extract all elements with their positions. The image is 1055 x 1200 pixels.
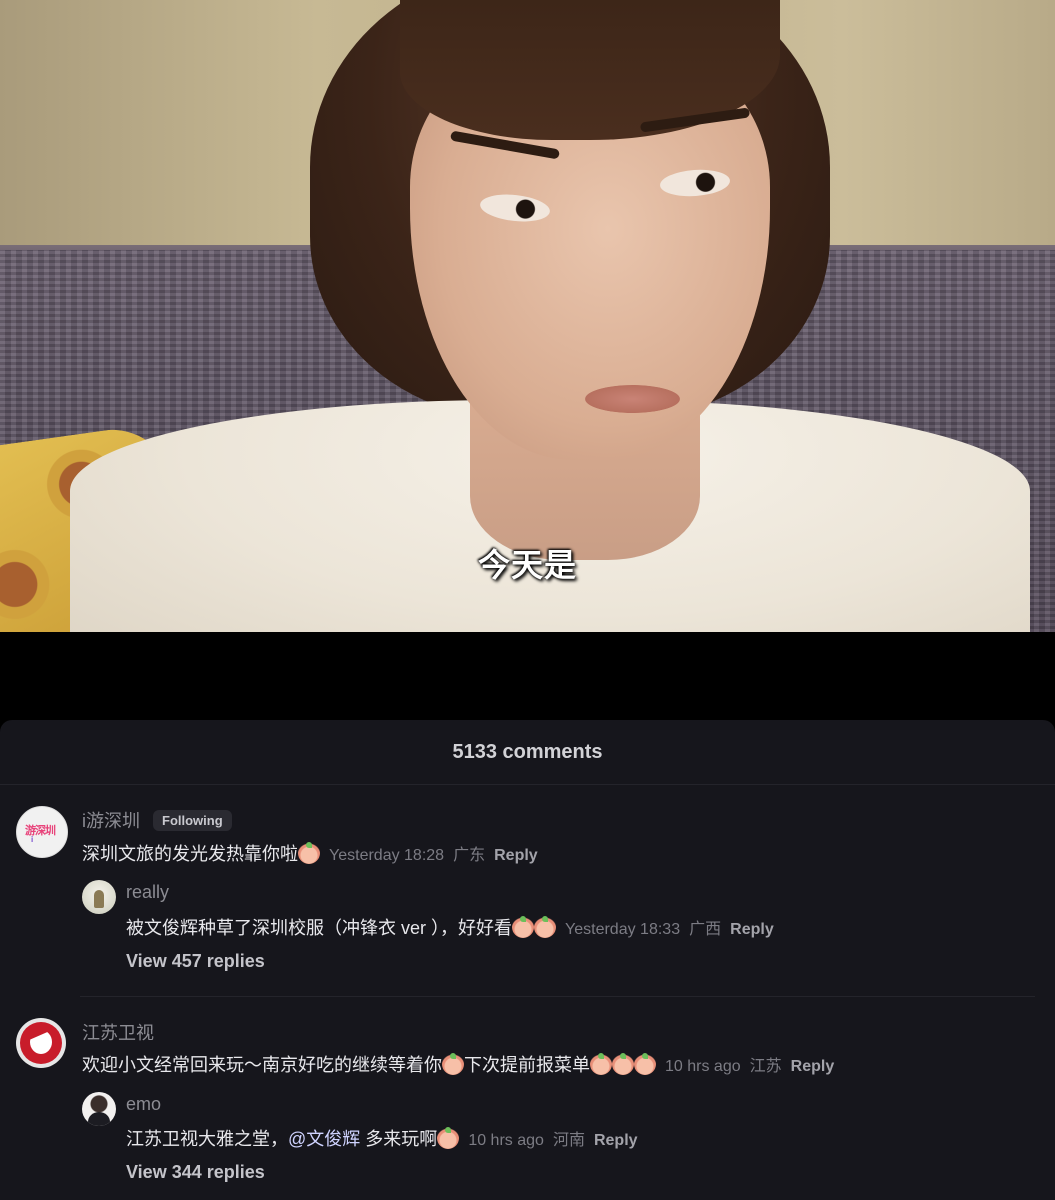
peach-emoji-icon bbox=[612, 1053, 634, 1075]
reply-body-part1: 江苏卫视大雅之堂， bbox=[126, 1129, 288, 1149]
laughing-emoji-icon bbox=[437, 1127, 460, 1149]
reply-text: 被文俊辉种草了深圳校服（冲锋衣 ver ），好好看 Yesterday 18:3… bbox=[126, 914, 774, 940]
comment-author[interactable]: 江苏卫视 bbox=[82, 1019, 154, 1045]
author-name[interactable]: i游深圳 bbox=[82, 811, 140, 831]
reply-body-part2: 多来玩啊 bbox=[360, 1129, 438, 1149]
comments-count-title: 5133 comments bbox=[0, 720, 1055, 785]
avatar[interactable] bbox=[82, 880, 116, 914]
view-replies-button[interactable]: View 457 replies bbox=[126, 951, 265, 972]
reply-author[interactable]: emo bbox=[126, 1094, 161, 1115]
reply-location: 河南 bbox=[552, 1132, 585, 1149]
reply-text: 江苏卫视大雅之堂，@文俊辉 多来玩啊 10 hrs ago 河南 Reply bbox=[126, 1125, 638, 1151]
peach-emoji-icon bbox=[298, 842, 320, 864]
reply-body: 被文俊辉种草了深圳校服（冲锋衣 ver ），好好看 bbox=[126, 918, 513, 938]
comment-location: 江苏 bbox=[749, 1058, 782, 1075]
comment-text: 深圳文旅的发光发热靠你啦 Yesterday 18:28 广东 Reply bbox=[82, 840, 538, 866]
comment-author[interactable]: i游深圳 Following bbox=[82, 807, 232, 833]
comment-location: 广东 bbox=[453, 847, 486, 864]
video-subtitle: 今天是 bbox=[477, 547, 577, 583]
view-replies-button[interactable]: View 344 replies bbox=[126, 1162, 265, 1183]
mention-link[interactable]: @文俊辉 bbox=[288, 1129, 360, 1149]
reply-button[interactable]: Reply bbox=[791, 1058, 835, 1075]
reply-button[interactable]: Reply bbox=[494, 847, 538, 864]
reply-author[interactable]: really bbox=[126, 882, 169, 903]
peach-emoji-icon bbox=[590, 1053, 612, 1075]
avatar[interactable] bbox=[82, 1092, 116, 1126]
peach-emoji-icon bbox=[442, 1053, 464, 1075]
comment-time: 10 hrs ago bbox=[665, 1058, 741, 1075]
reply-button[interactable]: Reply bbox=[730, 921, 774, 938]
avatar[interactable] bbox=[16, 1018, 66, 1068]
peach-emoji-icon bbox=[534, 916, 557, 938]
peach-emoji-icon bbox=[634, 1053, 656, 1075]
reply-location: 广西 bbox=[689, 921, 722, 938]
reply-button[interactable]: Reply bbox=[594, 1132, 638, 1149]
comment-body-part1: 欢迎小文经常回来玩～南京好吃的继续等着你 bbox=[82, 1055, 442, 1075]
comment-time: Yesterday 18:28 bbox=[329, 847, 445, 864]
avatar[interactable]: 游深圳 i bbox=[16, 806, 68, 858]
reply-time: Yesterday 18:33 bbox=[565, 921, 681, 938]
avatar-logo-text: 游深圳 bbox=[25, 825, 56, 837]
peach-emoji-icon bbox=[512, 916, 535, 938]
thread-divider bbox=[80, 996, 1035, 997]
avatar-logo-subtext: i bbox=[31, 835, 34, 844]
avatar-figure bbox=[88, 1112, 110, 1126]
lips bbox=[585, 385, 680, 413]
reply-time: 10 hrs ago bbox=[468, 1132, 544, 1149]
video-player[interactable]: 今天是 bbox=[0, 0, 1055, 632]
comments-panel: 5133 comments 游深圳 i i游深圳 Following 深圳文旅的… bbox=[0, 720, 1055, 1200]
comment-body: 深圳文旅的发光发热靠你啦 bbox=[82, 844, 298, 864]
avatar-figure bbox=[94, 890, 104, 908]
following-badge: Following bbox=[153, 810, 232, 831]
comment-text: 欢迎小文经常回来玩～南京好吃的继续等着你 下次提前报菜单 10 hrs ago 江… bbox=[82, 1051, 834, 1077]
comment-body-part2: 下次提前报菜单 bbox=[464, 1055, 590, 1075]
